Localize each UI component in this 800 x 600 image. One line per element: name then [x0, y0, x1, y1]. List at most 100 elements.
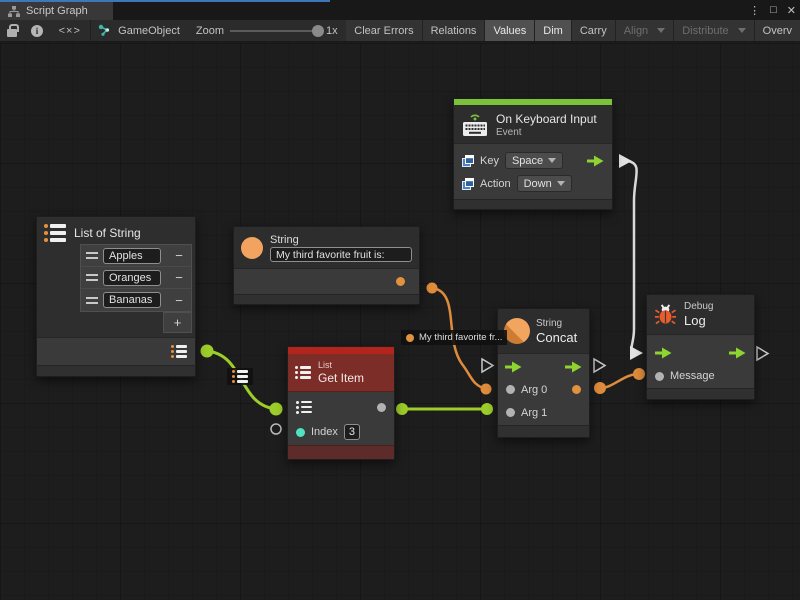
message-label: Message — [670, 370, 715, 382]
node-title: On Keyboard Input — [496, 112, 597, 126]
message-input-port[interactable] — [655, 372, 664, 381]
node-title: String — [270, 234, 412, 246]
flow-input-port[interactable] — [655, 347, 672, 359]
overview-button[interactable]: Overv — [755, 20, 800, 41]
node-string-literal[interactable]: String My third favorite fruit is: — [233, 226, 420, 305]
graph-canvas[interactable]: On Keyboard Input Event Key Space — [0, 43, 800, 600]
flow-output-port[interactable] — [729, 347, 746, 359]
zoom-value: 1x — [326, 25, 338, 37]
code-preview-button[interactable]: <×> — [50, 20, 90, 41]
flow-input-port[interactable] — [505, 361, 522, 373]
code-icon: <×> — [59, 25, 81, 37]
node-body: Arg 0 Arg 1 — [498, 354, 589, 425]
value-wire-concat-to-log[interactable] — [600, 374, 639, 388]
remove-item-button[interactable]: − — [170, 294, 188, 307]
list-item-field[interactable]: Bananas — [103, 292, 161, 308]
add-item-button[interactable]: + — [163, 312, 192, 333]
tab-script-graph[interactable]: Script Graph — [0, 2, 113, 20]
remove-item-button[interactable]: − — [170, 249, 188, 262]
wire-endpoint — [427, 283, 438, 294]
flow-wire-keyboard-to-log[interactable] — [628, 161, 637, 352]
zoom-slider-knob[interactable] — [312, 25, 324, 37]
graph-icon — [8, 6, 20, 17]
bug-icon — [654, 303, 677, 326]
remove-item-button[interactable]: − — [170, 271, 188, 284]
gameobject-icon — [98, 24, 112, 38]
concat-icon — [504, 318, 530, 344]
flow-output-port[interactable] — [565, 361, 582, 373]
lock-icon — [7, 29, 17, 37]
arg0-label: Arg 0 — [521, 384, 547, 396]
script-graph-window: Script Graph ⋮ □ ✕ i <×> GameObject Zoom… — [0, 0, 800, 600]
gameobject-field[interactable]: GameObject — [90, 20, 188, 41]
wire-endpoint — [481, 384, 492, 395]
node-title: List of String — [74, 226, 141, 240]
arg1-label: Arg 1 — [521, 407, 547, 419]
node-category: String — [536, 318, 577, 329]
string-output-port[interactable] — [396, 277, 405, 286]
zoom-control: Zoom 1x — [188, 20, 346, 41]
zoom-slider[interactable] — [230, 30, 320, 32]
node-concat[interactable]: String Concat Arg 0 — [497, 308, 590, 438]
result-output-port[interactable] — [572, 385, 581, 394]
info-icon: i — [31, 25, 43, 37]
info-button[interactable]: i — [24, 20, 50, 41]
wire-endpoint — [481, 403, 493, 415]
chevron-down-icon — [548, 158, 556, 163]
event-accent-bar — [454, 99, 612, 106]
flow-wire-end-arrow — [630, 346, 643, 360]
lock-button[interactable] — [0, 20, 24, 41]
wire-endpoint — [396, 403, 408, 415]
node-on-keyboard-input[interactable]: On Keyboard Input Event Key Space — [453, 98, 613, 210]
node-body: Key Space Action Down — [454, 144, 612, 199]
list-icon — [44, 224, 66, 242]
key-dropdown[interactable]: Space — [505, 152, 563, 169]
enum-icon — [462, 178, 474, 190]
list-output-port[interactable] — [171, 345, 187, 358]
flow-wire-start-arrow — [619, 154, 632, 168]
list-item-field[interactable]: Oranges — [103, 270, 161, 286]
wire-endpoint — [201, 345, 214, 358]
list-item-row: Bananas − — [81, 289, 191, 311]
list-icon — [232, 370, 248, 383]
maximize-icon[interactable]: □ — [770, 4, 777, 16]
key-label: Key — [480, 155, 499, 167]
node-footer — [37, 365, 195, 376]
node-subtitle: Event — [496, 127, 597, 138]
values-toggle[interactable]: Values — [485, 20, 535, 41]
list-input-port[interactable] — [296, 401, 312, 414]
index-input-port[interactable] — [296, 428, 305, 437]
wire-endpoint — [633, 368, 645, 380]
close-icon[interactable]: ✕ — [787, 4, 796, 17]
string-value-field[interactable]: My third favorite fruit is: — [270, 247, 412, 262]
string-value-text: My third favorite fr... — [419, 332, 502, 343]
window-controls: ⋮ □ ✕ — [749, 0, 796, 20]
string-value-badge: My third favorite fr... — [401, 330, 507, 345]
node-category: List — [318, 360, 364, 370]
drag-handle-icon[interactable] — [86, 297, 98, 304]
clear-errors-button[interactable]: Clear Errors — [346, 20, 422, 41]
node-title: Get Item — [318, 371, 364, 385]
chevron-down-icon — [557, 181, 565, 186]
gameobject-label: GameObject — [118, 25, 180, 37]
carry-button[interactable]: Carry — [572, 20, 616, 41]
item-output-port[interactable] — [377, 403, 386, 412]
distribute-dropdown[interactable]: Distribute — [674, 20, 754, 41]
list-item-field[interactable]: Apples — [103, 248, 161, 264]
node-body: Index 3 — [288, 392, 394, 445]
trigger-output-port[interactable] — [587, 155, 604, 167]
list-item-row: Oranges − — [81, 267, 191, 289]
index-value-field[interactable]: 3 — [344, 424, 360, 440]
action-dropdown[interactable]: Down — [517, 175, 572, 192]
arg0-input-port[interactable] — [506, 385, 515, 394]
node-get-item[interactable]: List Get Item Index 3 — [287, 346, 395, 460]
relations-button[interactable]: Relations — [423, 20, 486, 41]
drag-handle-icon[interactable] — [86, 252, 98, 259]
drag-handle-icon[interactable] — [86, 274, 98, 281]
arg1-input-port[interactable] — [506, 408, 515, 417]
dim-toggle[interactable]: Dim — [535, 20, 572, 41]
node-list-of-string[interactable]: List of String Apples − Oranges − — [36, 216, 196, 377]
align-dropdown[interactable]: Align — [616, 20, 674, 41]
menu-icon[interactable]: ⋮ — [749, 4, 760, 17]
node-debug-log[interactable]: Debug Log Message — [646, 294, 755, 400]
